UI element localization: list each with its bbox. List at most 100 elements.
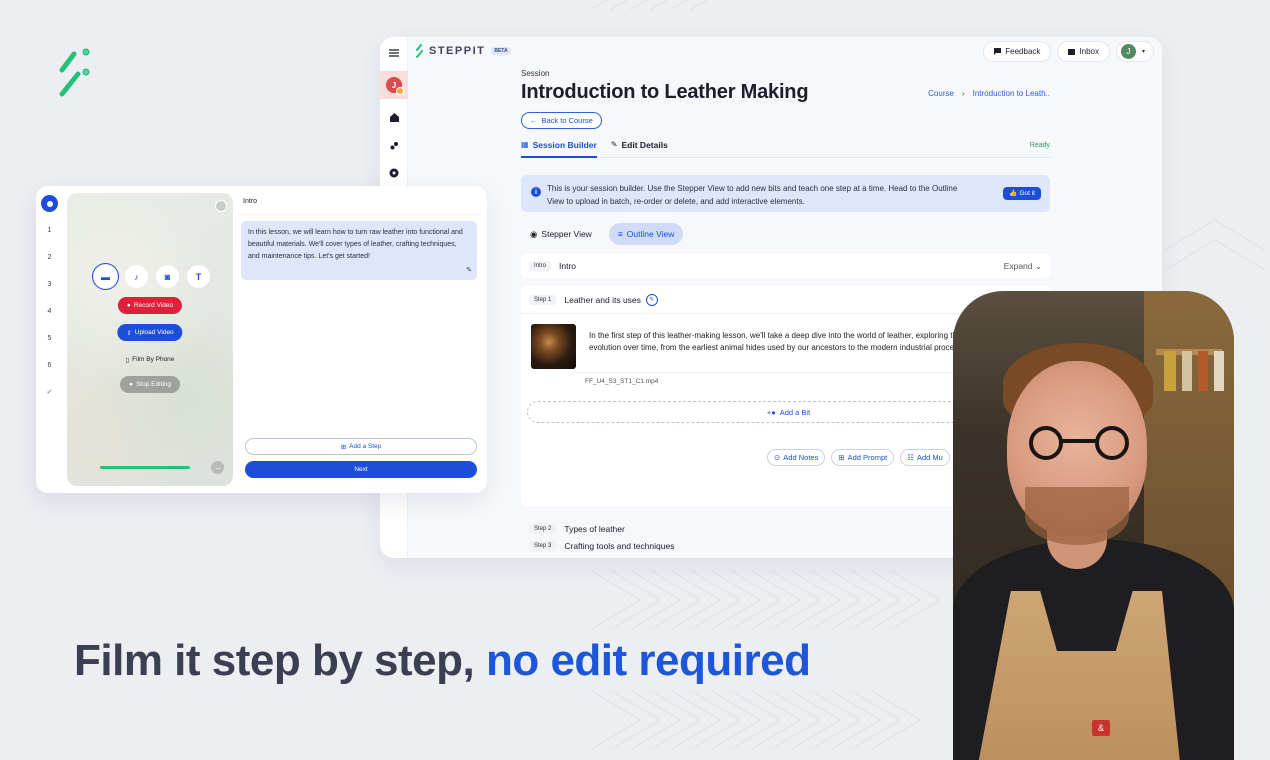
inbox-button[interactable]: Inbox <box>1057 41 1110 62</box>
next-button[interactable]: Next <box>245 461 477 478</box>
close-icon[interactable] <box>215 200 227 212</box>
sidebar-profile[interactable]: J <box>380 71 408 99</box>
thumbs-up-icon: 👍 <box>1009 190 1018 197</box>
step-title: Crafting tools and techniques <box>564 541 675 551</box>
step-indicator[interactable]: 5 <box>41 330 58 347</box>
step-indicator[interactable]: 2 <box>41 249 58 266</box>
record-video-button[interactable]: ● Record Video <box>117 297 183 314</box>
camera-preview: ▬ ♪ ◙ T ● Record Video ⇧ Upload Video ▯ … <box>67 193 233 486</box>
breadcrumb-session[interactable]: Introduction to Leath.. <box>973 89 1050 98</box>
chat-icon <box>994 48 1002 55</box>
intro-text: In this lesson, we will learn how to tur… <box>248 229 463 260</box>
session-tabs: ▦ Session Builder ✎ Edit Details Ready <box>521 138 1050 158</box>
session-label: Session <box>521 69 550 78</box>
add-multiple-choice-button[interactable]: ☷ Add Mu <box>900 449 950 466</box>
step-tag: Step 3 <box>529 541 557 551</box>
step-rail: 1 2 3 4 5 6 ✔ <box>36 186 64 493</box>
list-icon: ☷ <box>907 453 914 462</box>
edit-icon[interactable]: ✎ <box>645 293 658 306</box>
step-text-pane: Intro In this lesson, we will learn how … <box>238 193 481 486</box>
chevron-down-icon: ▾ <box>1141 49 1145 55</box>
outline-view-button[interactable]: ≡ Outline View <box>608 223 684 245</box>
stop-icon: ● <box>129 381 133 388</box>
step-indicator[interactable]: 3 <box>41 276 58 293</box>
pane-title: Intro <box>238 193 481 215</box>
bit-actions: ⊙ Add Notes ⊞ Add Prompt ☷ Add Mu <box>767 449 950 466</box>
record-icon: ● <box>126 302 131 309</box>
pencil-icon: ✎ <box>610 140 618 149</box>
media-type-selector: ▬ ♪ ◙ T <box>92 263 210 290</box>
view-label: Stepper View <box>541 229 592 239</box>
tab-label: Session Builder <box>532 140 597 150</box>
steppit-brand-icon <box>56 46 96 100</box>
home-icon[interactable] <box>380 103 408 131</box>
step-intro-indicator[interactable] <box>41 195 58 212</box>
video-icon[interactable]: ▬ <box>92 263 119 290</box>
camera-icon[interactable]: ◙ <box>156 265 179 288</box>
view-toggle: ◉ Stepper View ≡ Outline View <box>521 223 1050 245</box>
back-label: Back to Course <box>541 116 593 125</box>
steppit-logo-icon <box>416 44 423 58</box>
step-indicator[interactable]: 4 <box>41 303 58 320</box>
arrow-left-icon: ← <box>530 116 538 125</box>
film-by-phone-button[interactable]: ▯ Film By Phone <box>117 351 184 368</box>
tab-edit-details[interactable]: ✎ Edit Details <box>611 138 668 157</box>
record-label: Record Video <box>133 302 174 309</box>
menu-icon[interactable] <box>380 39 408 67</box>
info-text: This is your session builder. Use the St… <box>547 184 958 206</box>
arrow-right-icon[interactable]: → <box>211 461 224 474</box>
upload-video-button[interactable]: ⇧ Upload Video <box>117 324 183 341</box>
steppit-logo[interactable]: STEPPIT BETA <box>416 44 511 58</box>
breadcrumb-separator: › <box>961 89 965 98</box>
phone-icon: ▯ <box>125 356 130 364</box>
pencil-icon[interactable]: ✎ <box>466 265 472 277</box>
step-indicator[interactable]: 1 <box>41 222 58 239</box>
action-label: Add Mu <box>916 453 943 462</box>
breadcrumb: Course › Introduction to Leath.. <box>928 89 1050 98</box>
add-step-icon: ⊞ <box>340 443 347 451</box>
step-tag: Step 1 <box>529 294 557 305</box>
add-notes-button[interactable]: ⊙ Add Notes <box>767 449 826 466</box>
eye-icon: ◉ <box>530 228 538 239</box>
intro-row[interactable]: Intro Intro Expand ⌄ <box>521 254 1050 278</box>
stop-editing-button[interactable]: ● Stop Editing <box>120 376 180 393</box>
status-badge: Ready <box>1029 142 1050 149</box>
step-title: Intro <box>559 261 577 271</box>
notes-icon: ⊙ <box>774 453 781 462</box>
beta-badge: BETA <box>491 47 511 55</box>
plus-icon: +● <box>766 407 776 417</box>
intro-text-bubble[interactable]: In this lesson, we will learn how to tur… <box>241 221 477 280</box>
community-icon[interactable] <box>380 131 408 159</box>
feedback-button[interactable]: Feedback <box>983 41 1052 62</box>
check-icon[interactable]: ✔ <box>41 383 58 400</box>
stop-label: Stop Editing <box>135 381 171 388</box>
user-menu[interactable]: J ▾ <box>1115 41 1154 62</box>
explore-icon[interactable] <box>380 159 408 187</box>
background-bottles <box>1164 351 1224 391</box>
headline-plain: Film it step by step, <box>74 636 486 685</box>
add-step-label: Add a Step <box>349 443 382 450</box>
text-icon[interactable]: T <box>187 265 210 288</box>
stepper-view-button[interactable]: ◉ Stepper View <box>521 223 601 245</box>
tab-label: Edit Details <box>621 140 668 150</box>
tab-session-builder[interactable]: ▦ Session Builder <box>521 138 597 158</box>
phone-label: Film By Phone <box>132 356 175 363</box>
headline-accent: no edit required <box>485 636 811 685</box>
mic-icon[interactable]: ♪ <box>125 265 148 288</box>
add-step-button[interactable]: ⊞ Add a Step <box>245 438 477 455</box>
upload-label: Upload Video <box>134 329 174 336</box>
glasses-icon <box>1029 426 1129 460</box>
logo-text: STEPPIT <box>429 45 486 57</box>
video-thumbnail[interactable] <box>531 324 576 369</box>
breadcrumb-course[interactable]: Course <box>928 89 954 98</box>
apron-logo-icon: & <box>1092 720 1110 736</box>
got-it-label: Got it <box>1019 190 1035 197</box>
expand-button[interactable]: Expand ⌄ <box>1004 261 1042 272</box>
back-to-course-button[interactable]: ← Back to Course <box>521 112 602 129</box>
got-it-button[interactable]: 👍 Got it <box>1003 187 1041 200</box>
info-icon: i <box>531 187 541 197</box>
user-avatar: J <box>1120 44 1136 59</box>
add-prompt-button[interactable]: ⊞ Add Prompt <box>831 449 895 466</box>
step-indicator[interactable]: 6 <box>41 357 58 374</box>
stepper-view-window: 1 2 3 4 5 6 ✔ ▬ ♪ ◙ T ● Record Video ⇧ U… <box>36 186 487 493</box>
